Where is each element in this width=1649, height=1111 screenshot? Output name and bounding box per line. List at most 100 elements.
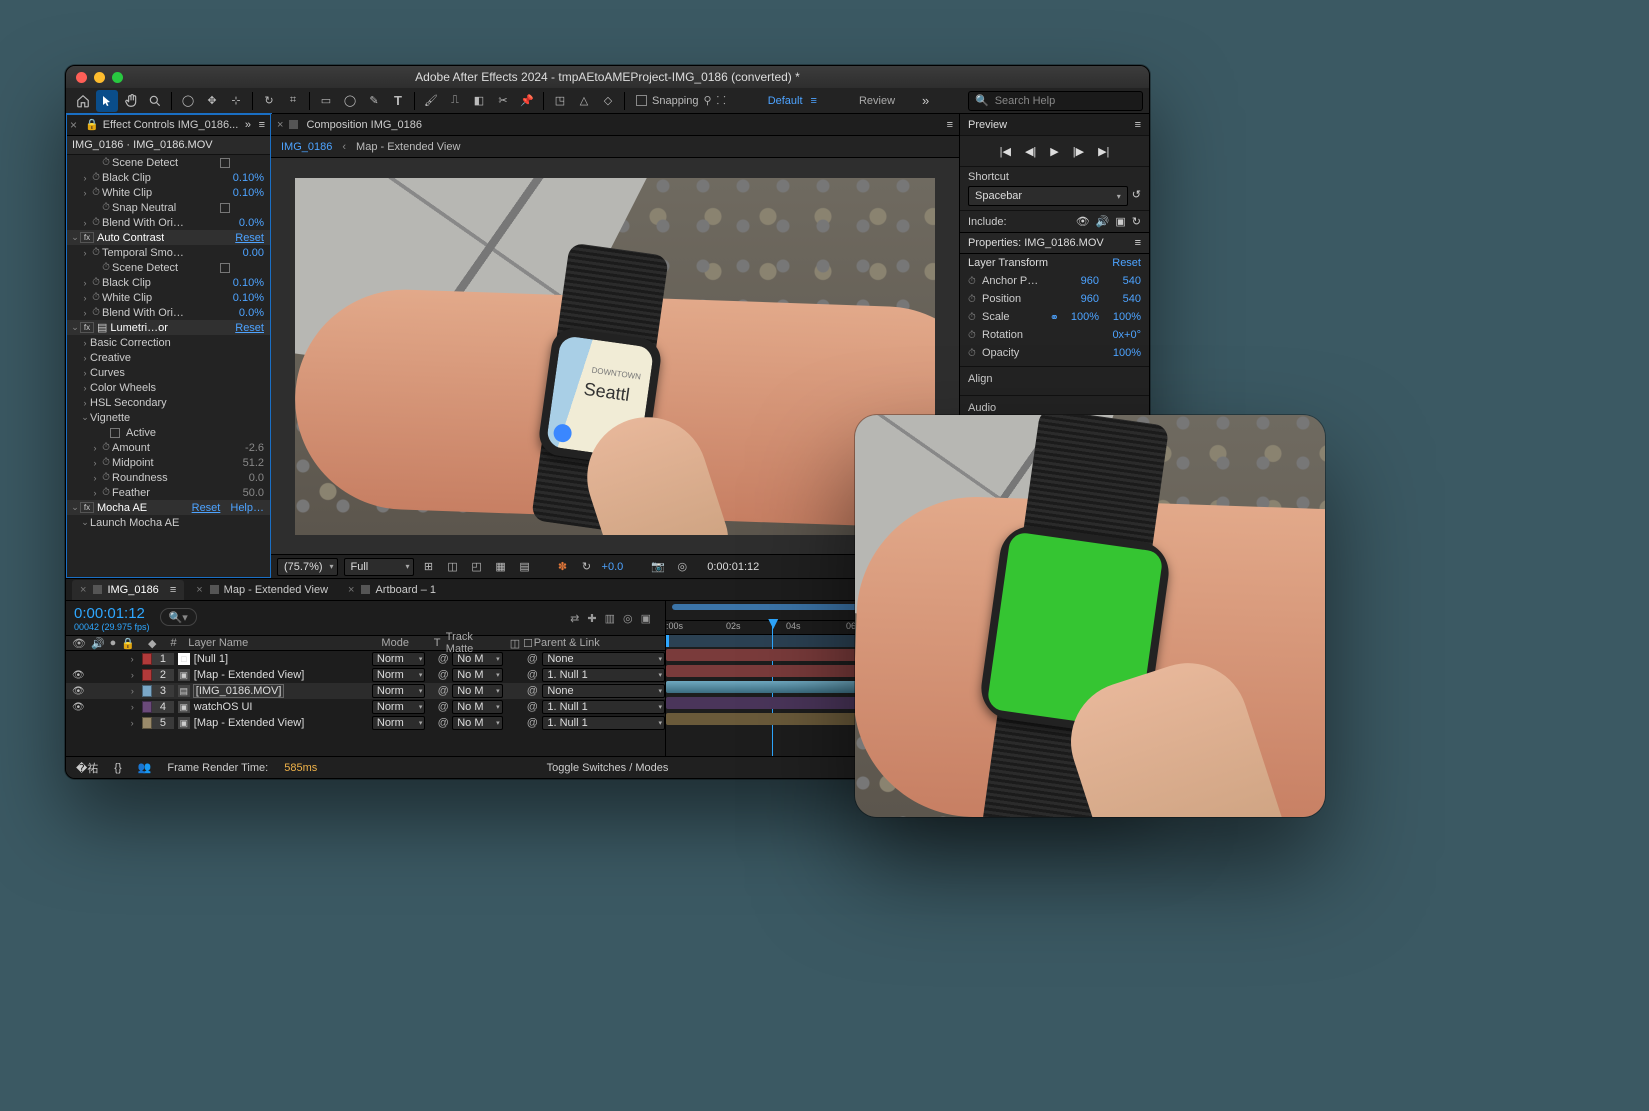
footer-icon-1[interactable]: �祐	[76, 760, 98, 776]
transform-property-row[interactable]: ⏱Scale⚭100%100%	[960, 308, 1149, 326]
transform-property-row[interactable]: ⏱Rotation0x+0°	[960, 326, 1149, 344]
pickwhip-icon[interactable]: @	[437, 653, 449, 665]
lock-icon[interactable]: 🔒	[85, 118, 99, 131]
timeline-tab[interactable]: ×Artboard – 1	[340, 580, 444, 600]
effect-prop-value[interactable]: 0.0%	[239, 307, 264, 319]
track-matte-dropdown[interactable]: No M	[452, 684, 502, 698]
toggle-switches-button[interactable]: Toggle Switches / Modes	[547, 762, 669, 774]
frame-blend-icon[interactable]: ✚	[587, 612, 596, 625]
home-button[interactable]	[72, 90, 94, 112]
zoom-tool[interactable]	[144, 90, 166, 112]
selection-tool[interactable]	[96, 90, 118, 112]
effect-row[interactable]: ⌄Vignette	[66, 410, 270, 425]
prop-value[interactable]: 960	[1061, 293, 1099, 305]
label-color[interactable]	[142, 669, 152, 681]
checkbox[interactable]	[220, 263, 230, 273]
label-color[interactable]	[142, 717, 152, 729]
effect-row[interactable]: ›Basic Correction	[66, 335, 270, 350]
blend-mode-dropdown[interactable]: Norm	[372, 652, 425, 666]
stopwatch-icon[interactable]: ⏱	[100, 203, 112, 212]
last-frame-button[interactable]: ▶|	[1098, 145, 1109, 158]
timeline-tab[interactable]: ×Map - Extended View	[188, 580, 336, 600]
fx-badge-icon[interactable]: fx	[80, 322, 94, 333]
effect-row[interactable]: ⌄fxMocha AEResetHelp…	[66, 500, 270, 515]
effect-row[interactable]: ›⏱Midpoint51.2	[66, 455, 270, 470]
workspace-menu-icon[interactable]: ≡	[811, 95, 817, 107]
stopwatch-icon[interactable]: ⏱	[90, 173, 102, 182]
effect-prop-value[interactable]: 0.10%	[233, 292, 264, 304]
pan-behind-tool[interactable]: ✥	[201, 90, 223, 112]
stopwatch-icon[interactable]: ⏱	[968, 312, 982, 323]
panel-menu-icon[interactable]: ≡	[259, 119, 266, 131]
zoom-dropdown[interactable]: (75.7%)	[277, 558, 338, 576]
blend-mode-dropdown[interactable]: Norm	[372, 684, 425, 698]
parent-dropdown[interactable]: 1. Null 1	[542, 716, 665, 730]
3d-tool-2[interactable]: △	[573, 90, 595, 112]
layer-name[interactable]: [Map - Extended View]	[194, 717, 304, 729]
transform-property-row[interactable]: ⏱Anchor P…960540	[960, 272, 1149, 290]
timeline-layer-row[interactable]: ›5▣[Map - Extended View]Norm@No M@1. Nul…	[66, 715, 665, 731]
prop-value-2[interactable]: 540	[1103, 293, 1141, 305]
workspace-default[interactable]: Default	[768, 95, 803, 107]
motion-blur-icon[interactable]: ▥	[605, 612, 615, 625]
search-help-input[interactable]: 🔍 Search Help	[968, 91, 1143, 111]
col-visibility-icon[interactable]: 👁	[72, 637, 86, 650]
stopwatch-icon[interactable]: ⏱	[968, 294, 982, 305]
orbit-tool[interactable]: ◯	[177, 90, 199, 112]
effect-prop-value[interactable]: 51.2	[243, 457, 264, 469]
effect-row[interactable]: ⌄Launch Mocha AE	[66, 515, 270, 530]
brush-tool[interactable]: 🖌	[420, 90, 442, 112]
properties-menu-icon[interactable]: ≡	[1135, 237, 1141, 249]
region-of-interest-icon[interactable]: ◰	[468, 558, 486, 576]
reset-exposure-icon[interactable]: ↻	[578, 558, 596, 576]
ellipse-tool[interactable]: ◯	[339, 90, 361, 112]
effect-prop-value[interactable]: 0.0%	[239, 217, 264, 229]
visibility-toggle[interactable]: 👁	[72, 702, 85, 713]
parent-dropdown[interactable]: 1. Null 1	[542, 700, 665, 714]
stopwatch-icon[interactable]: ⏱	[100, 473, 112, 482]
tab-close-icon[interactable]: ×	[196, 584, 202, 596]
parent-dropdown[interactable]: 1. Null 1	[542, 668, 665, 682]
include-audio-icon[interactable]: 🔊	[1096, 215, 1110, 228]
prop-value[interactable]: 0x+0°	[1103, 329, 1141, 341]
col-lock-icon[interactable]: 🔒	[121, 637, 135, 650]
effect-row[interactable]: ›⏱Temporal Smo…0.00	[66, 245, 270, 260]
parent-dropdown[interactable]: None	[542, 684, 665, 698]
checkbox[interactable]	[220, 158, 230, 168]
stopwatch-icon[interactable]: ⏱	[90, 293, 102, 302]
timeline-layer-row[interactable]: ›1□[Null 1]Norm@No M@None	[66, 651, 665, 667]
minimize-window-button[interactable]	[94, 72, 105, 83]
effect-prop-value[interactable]: 50.0	[243, 487, 264, 499]
eraser-tool[interactable]: ◧	[468, 90, 490, 112]
visibility-toggle[interactable]: 👁	[72, 670, 85, 681]
flowchart-next[interactable]: Map - Extended View	[356, 141, 460, 153]
stopwatch-icon[interactable]: ⏱	[100, 458, 112, 467]
effect-reset[interactable]: Reset	[235, 322, 264, 334]
first-frame-button[interactable]: |◀	[1000, 145, 1011, 158]
effect-prop-value[interactable]: 0.10%	[233, 277, 264, 289]
prev-frame-button[interactable]: ◀|	[1025, 145, 1036, 158]
effect-row[interactable]: ›Color Wheels	[66, 380, 270, 395]
graph-editor-icon[interactable]: ◎	[623, 612, 633, 625]
col-solo-icon[interactable]: ●	[110, 637, 117, 650]
pickwhip-icon[interactable]: @	[526, 717, 538, 729]
effect-row[interactable]: ⌄fx▤Lumetri…orReset	[66, 320, 270, 335]
panel-overflow[interactable]: »	[245, 119, 252, 131]
maximize-window-button[interactable]	[112, 72, 123, 83]
twirl-icon[interactable]: ›	[131, 654, 139, 664]
rectangle-tool[interactable]: ▭	[315, 90, 337, 112]
fx-badge-icon[interactable]: fx	[80, 232, 94, 243]
link-icon[interactable]: ⚭	[1050, 311, 1059, 324]
twirl-icon[interactable]: ›	[131, 702, 139, 712]
stopwatch-icon[interactable]: ⏱	[90, 188, 102, 197]
pen-tool[interactable]: ✎	[363, 90, 385, 112]
timeline-layer-row[interactable]: 👁›2▣[Map - Extended View]Norm@No M@1. Nu…	[66, 667, 665, 683]
stopwatch-icon[interactable]: ⏱	[968, 348, 982, 359]
effect-prop-value[interactable]: 0.00	[243, 247, 264, 259]
current-timecode[interactable]: 0:00:01:12	[74, 605, 150, 622]
3d-tool-1[interactable]: ◳	[549, 90, 571, 112]
transparency-grid-icon[interactable]: ⊞	[420, 558, 438, 576]
twirl-icon[interactable]: ›	[131, 670, 139, 680]
3d-tool-3[interactable]: ◇	[597, 90, 619, 112]
stopwatch-icon[interactable]: ⏱	[100, 443, 112, 452]
